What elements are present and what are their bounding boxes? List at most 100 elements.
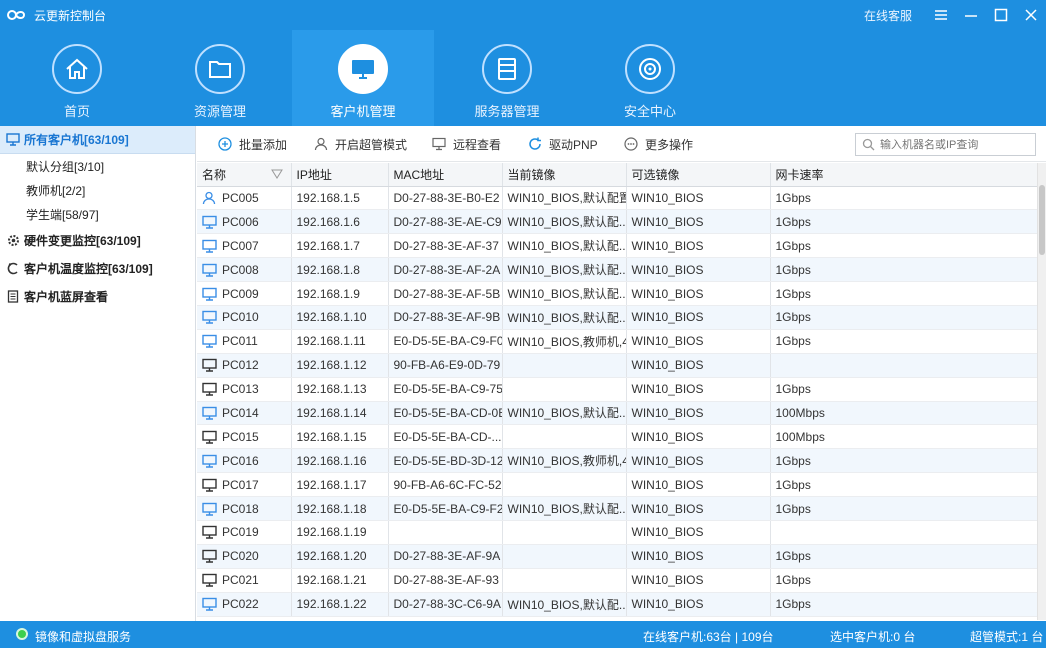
table-row[interactable]: PC015 192.168.1.15 E0-D5-5E-BA-CD-... WIN10… (197, 424, 1037, 450)
cell-ip: 192.168.1.9 (291, 281, 389, 306)
cell-name: PC022 (197, 592, 292, 617)
cell-nic-speed: 1Gbps (770, 329, 1037, 354)
shield-target-icon (625, 44, 675, 94)
cell-name: PC019 (197, 520, 292, 545)
cell-nic-speed: 1Gbps (770, 281, 1037, 306)
cell-name: PC005 (197, 186, 292, 211)
table-row[interactable]: PC006 192.168.1.6 D0-27-88-3E-AE-C9 WIN10_B… (197, 209, 1037, 235)
sidebar-item-student[interactable]: 学生端[58/97] (0, 202, 195, 226)
driver-pnp-button[interactable]: 驱动PNP (527, 135, 598, 153)
sidebar-item-teacher[interactable]: 教师机[2/2] (0, 178, 195, 202)
column-header-nic-speed[interactable]: 网卡速率 (770, 163, 1037, 187)
client-name: PC013 (222, 382, 259, 397)
table-row[interactable]: PC013 192.168.1.13 E0-D5-5E-BA-C9-75 WIN10_… (197, 377, 1037, 402)
cell-mac: D0-27-88-3E-AF-5B (388, 281, 503, 306)
search-input[interactable] (880, 138, 1030, 151)
column-header-mac[interactable]: MAC地址 (388, 163, 503, 187)
nav-clients[interactable]: 客户机管理 (292, 30, 434, 126)
cell-nic-speed: 1Gbps (770, 305, 1037, 330)
cell-current-image (502, 353, 627, 378)
client-name: PC007 (222, 238, 259, 253)
table-row[interactable]: PC008 192.168.1.8 D0-27-88-3E-AF-2A WIN10_B… (197, 257, 1037, 283)
nav-servers[interactable]: 服务器管理 (436, 30, 578, 126)
table-row[interactable]: PC021 192.168.1.21 D0-27-88-3E-AF-93 WIN10_… (197, 568, 1037, 593)
cell-current-image (502, 472, 627, 498)
sidebar-item-all-clients[interactable]: 所有客户机[63/109] (0, 126, 195, 154)
sidebar-item-temperature[interactable]: 客户机温度监控[63/109] (0, 254, 195, 282)
vertical-scrollbar[interactable] (1037, 163, 1046, 620)
close-icon[interactable] (1016, 0, 1046, 30)
table-row[interactable]: PC012 192.168.1.12 90-FB-A6-E9-0D-79 WIN10_… (197, 353, 1037, 378)
table-row[interactable]: PC019 192.168.1.19 WIN10_BIOS (197, 520, 1037, 545)
online-service-link[interactable]: 在线客服 (864, 7, 912, 24)
client-name: PC015 (222, 429, 259, 444)
nav-resources[interactable]: 资源管理 (149, 30, 291, 126)
cell-ip: 192.168.1.15 (291, 424, 389, 450)
table-row[interactable]: PC016 192.168.1.16 E0-D5-5E-BD-3D-12 WIN10_… (197, 448, 1037, 474)
driver-pnp-label: 驱动PNP (549, 137, 598, 152)
menu-icon[interactable] (926, 0, 956, 30)
sidebar-item-bluescreen[interactable]: 客户机蓝屏查看 (0, 282, 195, 310)
offline-monitor-icon (202, 549, 218, 563)
sort-icon[interactable] (270, 168, 283, 183)
super-mode-button[interactable]: 开启超管模式 (313, 135, 407, 153)
service-status-icon (16, 628, 28, 640)
table-row[interactable]: PC007 192.168.1.7 D0-27-88-3E-AF-37 WIN10_B… (197, 233, 1037, 259)
sidebar-item-hardware[interactable]: 硬件变更监控[63/109] (0, 226, 195, 254)
table-row[interactable]: PC005 192.168.1.5 D0-27-88-3E-B0-E2 WIN10_B… (197, 186, 1037, 211)
client-name: PC018 (222, 501, 259, 516)
client-name: PC012 (222, 358, 259, 373)
monitor-icon (6, 133, 20, 147)
table-row[interactable]: PC011 192.168.1.11 E0-D5-5E-BA-C9-F0 WIN10_… (197, 329, 1037, 354)
cell-optional-image: WIN10_BIOS (626, 496, 771, 521)
table-row[interactable]: PC022 192.168.1.22 D0-27-88-3C-C6-9A WIN10_… (197, 592, 1037, 617)
column-header-ip[interactable]: IP地址 (291, 163, 389, 187)
cell-mac: E0-D5-5E-BA-CD-0E (388, 401, 503, 426)
app-title: 云更新控制台 (34, 8, 107, 23)
cell-name: PC015 (197, 424, 292, 450)
more-operations-button[interactable]: 更多操作 (623, 135, 693, 153)
column-header-label: MAC地址 (393, 167, 445, 182)
cell-name: PC014 (197, 401, 292, 426)
maximize-icon[interactable] (986, 0, 1016, 30)
offline-monitor-icon (202, 430, 218, 444)
nav-security[interactable]: 安全中心 (579, 30, 721, 126)
table-row[interactable]: PC020 192.168.1.20 D0-27-88-3E-AF-9A WIN10_… (197, 544, 1037, 569)
table-row[interactable]: PC010 192.168.1.10 D0-27-88-3E-AF-9B WIN10_… (197, 305, 1037, 330)
cell-current-image: WIN10_BIOS,默认配... (502, 209, 627, 235)
cell-optional-image: WIN10_BIOS (626, 592, 771, 617)
table-row[interactable]: PC009 192.168.1.9 D0-27-88-3E-AF-5B WIN10_B… (197, 281, 1037, 306)
table-row[interactable]: PC018 192.168.1.18 E0-D5-5E-BA-C9-F2 WIN10_… (197, 496, 1037, 521)
minimize-icon[interactable] (956, 0, 986, 30)
cell-mac: D0-27-88-3E-AF-93 (388, 568, 503, 593)
column-header-optional-image[interactable]: 可选镜像 (626, 163, 771, 187)
sidebar-item-default-group[interactable]: 默认分组[3/10] (0, 154, 195, 178)
column-header-name[interactable]: 名称 (197, 163, 292, 187)
cell-current-image: WIN10_BIOS,教师机,4 (502, 448, 627, 474)
scrollbar-thumb[interactable] (1039, 185, 1045, 255)
temperature-icon (6, 261, 20, 275)
column-header-label: IP地址 (296, 167, 332, 182)
remote-monitor-icon (431, 136, 447, 152)
user-icon (313, 136, 329, 152)
online-monitor-icon (202, 454, 218, 468)
cell-optional-image: WIN10_BIOS (626, 520, 771, 545)
title-bar: 云更新控制台 在线客服 (0, 0, 1046, 30)
online-monitor-icon (202, 287, 218, 301)
cell-current-image: WIN10_BIOS,默认配... (502, 281, 627, 306)
client-name: PC011 (222, 334, 258, 349)
home-icon (52, 44, 102, 94)
cell-current-image (502, 568, 627, 593)
nav-home[interactable]: 首页 (6, 30, 148, 126)
server-icon (482, 44, 532, 94)
client-name: PC016 (222, 453, 259, 468)
table-row[interactable]: PC014 192.168.1.14 E0-D5-5E-BA-CD-0E WIN10_… (197, 401, 1037, 426)
batch-add-button[interactable]: 批量添加 (217, 135, 287, 153)
column-header-current-image[interactable]: 当前镜像 (502, 163, 627, 187)
cell-ip: 192.168.1.5 (291, 186, 389, 211)
search-box (855, 133, 1036, 156)
remote-view-button[interactable]: 远程查看 (431, 135, 501, 153)
sidebar-item-label: 所有客户机[63/109] (24, 133, 129, 147)
table-row[interactable]: PC017 192.168.1.17 90-FB-A6-6C-FC-52 WIN10_… (197, 472, 1037, 498)
cell-name: PC008 (197, 257, 292, 283)
